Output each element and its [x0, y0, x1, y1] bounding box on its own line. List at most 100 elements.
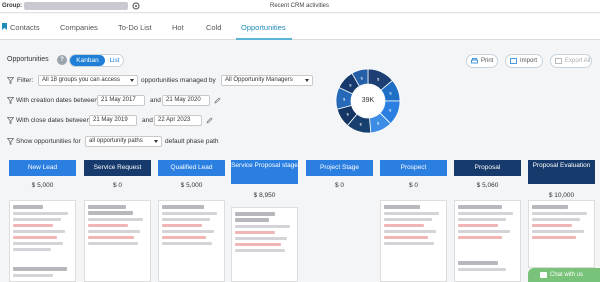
import-button[interactable]: Import — [505, 54, 543, 68]
column-total: $ 5,060 — [476, 182, 499, 189]
chat-label: Chat with us — [550, 272, 584, 278]
creation-dates-row: With creation dates between 21 May 2017 … — [0, 95, 330, 107]
column-header[interactable]: New Lead — [9, 160, 76, 176]
tab-companies[interactable]: Companies — [60, 23, 98, 32]
card-detail — [532, 236, 576, 239]
list-view-button[interactable]: List — [106, 55, 123, 66]
card-detail — [88, 218, 143, 221]
card-detail — [458, 236, 502, 239]
card-title — [162, 205, 204, 209]
tab-contacts[interactable]: Contacts — [10, 23, 40, 32]
opportunity-card[interactable] — [528, 200, 595, 268]
gear-icon[interactable] — [131, 1, 141, 11]
tab-cold[interactable]: Cold — [206, 23, 221, 32]
card-detail — [162, 218, 210, 221]
opportunity-card[interactable] — [380, 200, 447, 282]
active-tab-indicator — [236, 38, 292, 40]
kanban-view-button[interactable]: Kanban — [70, 55, 105, 66]
chat-widget-button[interactable]: Chat with us — [528, 268, 600, 282]
card-detail — [458, 224, 498, 227]
managed-by-label: opportunities managed by — [141, 77, 216, 84]
card-title — [13, 205, 43, 209]
card-detail — [384, 236, 428, 239]
column-header[interactable]: Proposal Evaluation — [528, 160, 595, 184]
tab-to-do-list[interactable]: To-Do List — [118, 23, 152, 32]
import-icon — [510, 58, 517, 64]
opportunity-card[interactable] — [9, 200, 76, 282]
card-detail — [235, 243, 281, 246]
help-icon[interactable]: ? — [57, 55, 67, 65]
recent-activities-link[interactable]: Recent CRM activities — [270, 3, 329, 9]
column-total: $ 5,000 — [31, 182, 54, 189]
paths-select-value: all opportunity paths — [89, 138, 143, 144]
funnel-icon — [7, 77, 14, 84]
opportunity-card[interactable] — [84, 200, 151, 282]
column-total: $ 0 — [112, 182, 123, 189]
export-all-button[interactable]: Export All — [550, 54, 592, 68]
show-for-label: Show opportunities for — [16, 138, 81, 145]
card-detail — [384, 218, 432, 221]
edit-icon[interactable] — [206, 117, 213, 124]
card-detail — [458, 218, 506, 221]
card-detail — [532, 230, 584, 233]
card-detail — [235, 237, 287, 240]
page-title: Opportunities — [7, 56, 49, 63]
card-title — [88, 205, 126, 209]
opportunity-card[interactable] — [231, 207, 298, 282]
managers-select[interactable]: All Opportunity Managers — [221, 75, 313, 86]
card-title — [458, 261, 498, 265]
tab-hot[interactable]: Hot — [172, 23, 184, 32]
funnel-icon — [7, 117, 14, 124]
creation-start-input[interactable]: 21 May 2017 — [97, 95, 145, 106]
export-all-label: Export All — [565, 58, 591, 64]
close-dates-row: With close dates between 21 May 2019 and… — [0, 115, 330, 127]
close-end-input[interactable]: 22 Apr 2023 — [154, 115, 202, 126]
card-detail — [162, 242, 212, 245]
card-detail — [235, 249, 285, 252]
card-detail — [162, 224, 202, 227]
card-detail — [235, 225, 290, 228]
group-label: Group: — [2, 3, 22, 9]
card-detail — [13, 224, 53, 227]
opportunity-card[interactable] — [158, 200, 225, 282]
top-bar: Group: Recent CRM activities — [0, 0, 600, 13]
close-start-input[interactable]: 21 May 2019 — [89, 115, 137, 126]
chevron-down-icon — [154, 140, 158, 143]
paths-select[interactable]: all opportunity paths — [85, 136, 162, 147]
creation-dates-label: With creation dates between — [16, 97, 99, 104]
groups-select[interactable]: All 18 groups you can access — [38, 75, 138, 86]
paths-row: Show opportunities for all opportunity p… — [0, 136, 330, 148]
groups-select-value: All 18 groups you can access — [42, 77, 121, 83]
edit-icon[interactable] — [214, 97, 221, 104]
print-label: Print — [481, 58, 494, 64]
main-nav: Contacts Companies To-Do List Hot Cold O… — [0, 14, 600, 40]
column-total: $ 0 — [408, 182, 419, 189]
group-selector[interactable] — [24, 2, 128, 10]
column-total: $ 0 — [334, 182, 345, 189]
managers-select-value: All Opportunity Managers — [225, 77, 293, 83]
column-header[interactable]: Project Stage — [306, 160, 373, 176]
opportunity-card[interactable] — [454, 200, 521, 282]
column-header[interactable]: Qualified Lead — [158, 160, 225, 176]
card-detail — [88, 230, 140, 233]
card-title — [458, 205, 502, 209]
column-header[interactable]: Service Request — [84, 160, 151, 176]
card-title — [88, 211, 133, 215]
filter-label: Filter: — [17, 77, 34, 84]
print-button[interactable]: Print — [466, 54, 498, 68]
card-detail — [384, 224, 424, 227]
card-detail — [532, 218, 580, 221]
card-detail — [88, 224, 128, 227]
column-header[interactable]: Prospect — [380, 160, 447, 176]
import-label: Import — [520, 58, 538, 64]
column-header[interactable]: Proposal — [454, 160, 521, 176]
card-detail — [13, 230, 65, 233]
card-detail — [235, 231, 275, 234]
card-title — [235, 212, 275, 216]
tab-opportunities[interactable]: Opportunities — [241, 23, 286, 32]
card-detail — [458, 268, 506, 271]
card-detail — [13, 236, 57, 239]
column-header[interactable]: Service Proposal stage — [231, 160, 298, 184]
creation-end-input[interactable]: 21 May 2020 — [162, 95, 210, 106]
card-detail — [384, 230, 436, 233]
